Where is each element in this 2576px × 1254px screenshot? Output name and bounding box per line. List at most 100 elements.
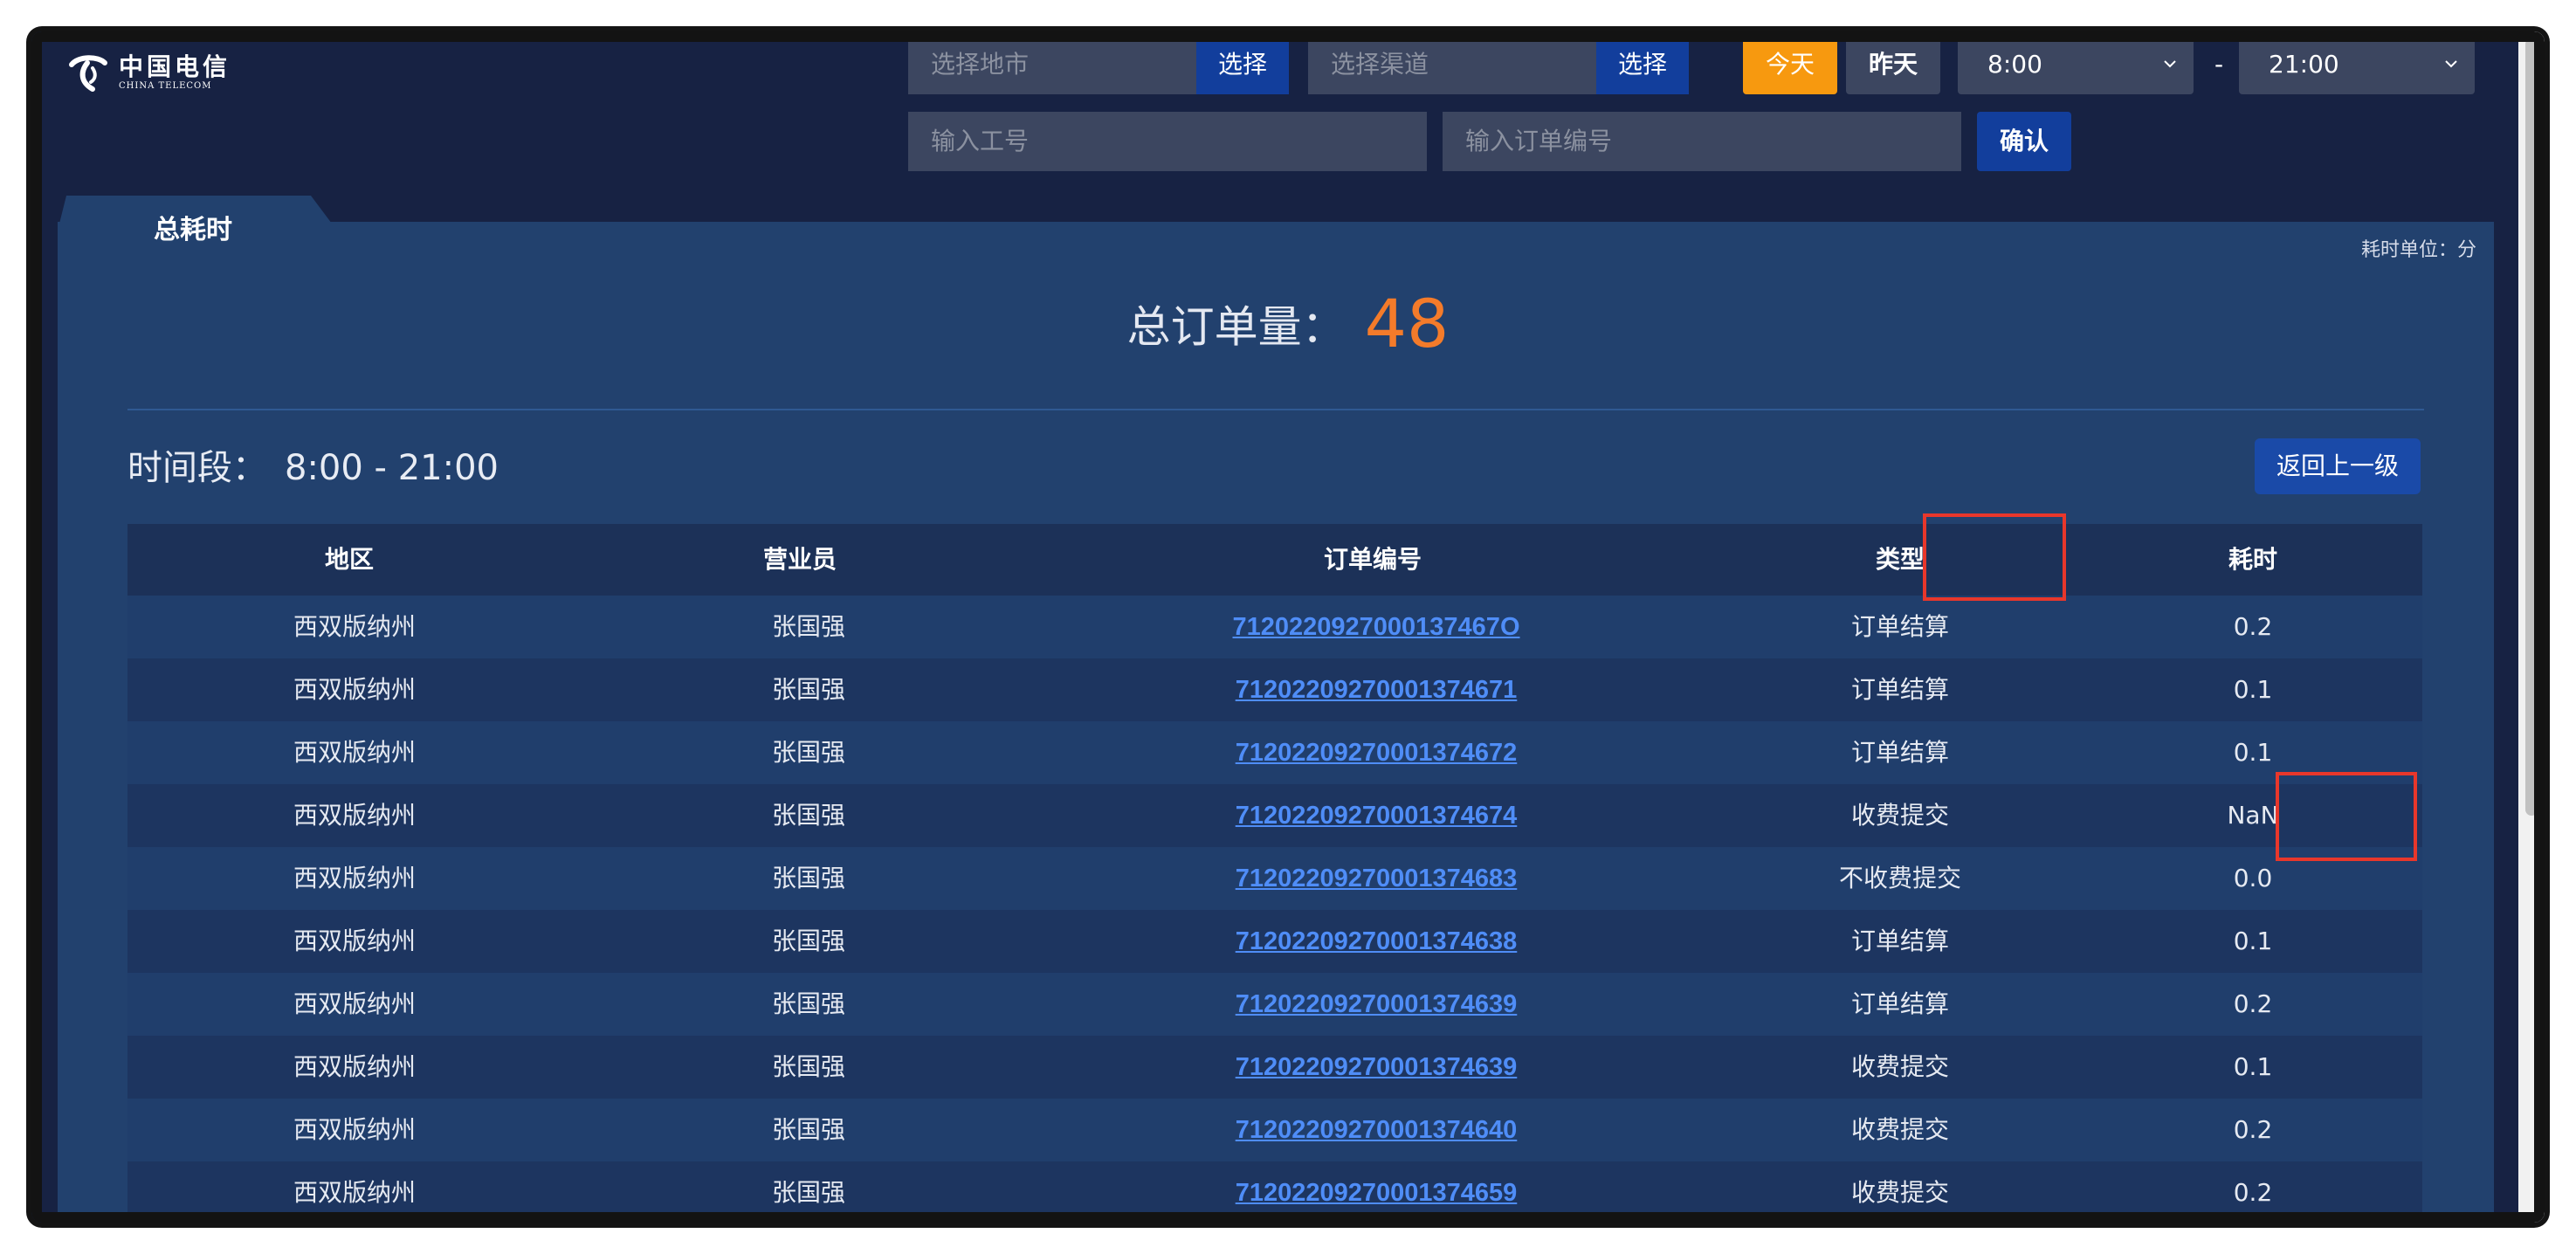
cell-staff: 张国强 [771,612,845,641]
total-orders: 总订单量： 48 [31,285,2545,362]
cell-time: 0.1 [2233,1052,2273,1081]
cell-time: NaN [2227,801,2279,830]
cell-staff: 张国强 [771,675,845,704]
cell-staff: 张国强 [771,738,845,767]
cell-staff: 张国强 [771,1115,845,1144]
channel-select-button[interactable]: 选择 [1596,35,1689,94]
confirm-button[interactable]: 确认 [1977,112,2071,171]
logo-en: CHINA TELECOM [119,81,212,91]
header-region: 地区 [324,545,374,574]
cell-type: 订单结算 [1850,612,1949,641]
table-body: 西双版纳州 张国强 7120220927000137467O 订单结算 0.2 西双版纳州… [127,596,2422,1223]
logo-cn: 中国电信 [119,52,231,81]
header-time: 耗时 [2228,545,2277,574]
table-row: 西双版纳州 张国强 71202209270001374674 收费提交 NaN [127,784,2422,847]
table-row: 西双版纳州 张国强 71202209270001374640 收费提交 0.2 [127,1099,2422,1161]
cell-type: 订单结算 [1850,738,1949,767]
order-number-link[interactable]: 71202209270001374674 [1236,802,1518,830]
city-input[interactable]: 选择地市 [908,35,1196,94]
period: 时间段： 8:00 - 21:00 [127,442,499,494]
cell-order-number: 7120220927000137467O [1036,596,1717,658]
orders-table: 地区 营业员 订单编号 类型 耗时 西双版纳州 张国强 71202209270001… [127,524,2422,1223]
table-row: 西双版纳州 张国强 71202209270001374639 订单结算 0.2 [127,973,2422,1036]
city-select-button[interactable]: 选择 [1196,35,1289,94]
logo: 中国电信 CHINA TELECOM [66,42,258,103]
table-row: 西双版纳州 张国强 71202209270001374659 收费提交 0.2 [127,1161,2422,1223]
order-number-link[interactable]: 7120220927000137467O [1233,613,1520,641]
cell-staff: 张国强 [771,864,845,892]
yesterday-button[interactable]: 昨天 [1846,35,1940,94]
cell-staff: 张国强 [771,927,845,955]
table-row: 西双版纳州 张国强 71202209270001374639 收费提交 0.1 [127,1036,2422,1099]
table-row: 西双版纳州 张国强 71202209270001374638 订单结算 0.1 [127,910,2422,973]
cell-region: 西双版纳州 [293,864,416,892]
order-number-link[interactable]: 71202209270001374659 [1236,1179,1518,1207]
start-time-select[interactable]: 8:00 [1958,35,2194,94]
period-value: 8:00 - 21:00 [285,448,499,488]
cell-time: 0.2 [2233,1115,2273,1144]
order-number-link[interactable]: 71202209270001374683 [1236,865,1518,892]
order-number-input[interactable]: 输入订单编号 [1443,112,1961,171]
cell-order-number: 71202209270001374672 [1036,721,1717,784]
unit-label: 耗时单位：分 [2360,239,2476,261]
cell-order-number: 71202209270001374683 [1036,847,1717,910]
cell-type: 订单结算 [1850,675,1949,704]
end-time-select[interactable]: 21:00 [2239,35,2475,94]
cell-time: 0.1 [2233,738,2273,767]
header-order-number: 订单编号 [1323,545,1422,574]
cell-time: 0.0 [2233,864,2273,892]
start-time-value: 8:00 [1987,50,2042,79]
order-number-link[interactable]: 71202209270001374671 [1236,676,1518,704]
cell-type: 收费提交 [1850,801,1949,830]
channel-input[interactable]: 选择渠道 [1308,35,1596,94]
back-button[interactable]: 返回上一级 [2255,438,2421,494]
order-number-link[interactable]: 71202209270001374638 [1236,927,1518,955]
table-row: 西双版纳州 张国强 7120220927000137467O 订单结算 0.2 [127,596,2422,658]
table-row: 西双版纳州 张国强 71202209270001374672 订单结算 0.1 [127,721,2422,784]
cell-region: 西双版纳州 [293,927,416,955]
order-number-link[interactable]: 71202209270001374672 [1236,739,1518,767]
cell-order-number: 71202209270001374674 [1036,784,1717,847]
end-time-value: 21:00 [2269,50,2339,79]
header-type: 类型 [1875,545,1925,574]
cell-region: 西双版纳州 [293,675,416,704]
staff-id-input[interactable]: 输入工号 [908,112,1427,171]
cell-order-number: 71202209270001374639 [1036,1036,1717,1099]
cell-type: 订单结算 [1850,989,1949,1018]
cell-region: 西双版纳州 [293,738,416,767]
today-button[interactable]: 今天 [1743,35,1837,94]
order-number-link[interactable]: 71202209270001374640 [1236,1116,1518,1144]
app-window: 中国电信 CHINA TELECOM 选择地市 选择 选择渠道 选择 今天 昨天… [31,31,2545,1223]
order-number-link[interactable]: 71202209270001374639 [1236,990,1518,1018]
cell-order-number: 71202209270001374639 [1036,973,1717,1036]
cell-time: 0.2 [2233,1178,2273,1207]
table-row: 西双版纳州 张国强 71202209270001374683 不收费提交 0.0 [127,847,2422,910]
table-row: 西双版纳州 张国强 71202209270001374671 订单结算 0.1 [127,658,2422,721]
divider [127,409,2424,410]
cell-time: 0.1 [2233,675,2273,704]
cell-type: 收费提交 [1850,1178,1949,1207]
cell-region: 西双版纳州 [293,1052,416,1081]
scrollbar[interactable] [2518,31,2545,1223]
cell-staff: 张国强 [771,1052,845,1081]
china-telecom-logo-icon [69,55,107,92]
total-orders-label: 总订单量： [1126,301,1346,353]
chevron-down-icon [2164,60,2176,68]
logo-text: 中国电信 CHINA TELECOM [119,53,231,92]
scrollbar-thumb[interactable] [2525,38,2538,816]
cell-order-number: 71202209270001374638 [1036,910,1717,973]
cell-region: 西双版纳州 [293,989,416,1018]
cell-time: 0.2 [2233,612,2273,641]
table-header: 地区 营业员 订单编号 类型 耗时 [127,524,2422,596]
cell-time: 0.1 [2233,927,2273,955]
cell-region: 西双版纳州 [293,801,416,830]
cell-type: 订单结算 [1850,927,1949,955]
order-number-link[interactable]: 71202209270001374639 [1236,1053,1518,1081]
cell-type: 不收费提交 [1838,864,1961,892]
time-separator: - [2214,50,2224,79]
cell-order-number: 71202209270001374640 [1036,1099,1717,1161]
cell-time: 0.2 [2233,989,2273,1018]
cell-type: 收费提交 [1850,1052,1949,1081]
total-orders-value: 48 [1364,285,1450,362]
cell-order-number: 71202209270001374659 [1036,1161,1717,1223]
